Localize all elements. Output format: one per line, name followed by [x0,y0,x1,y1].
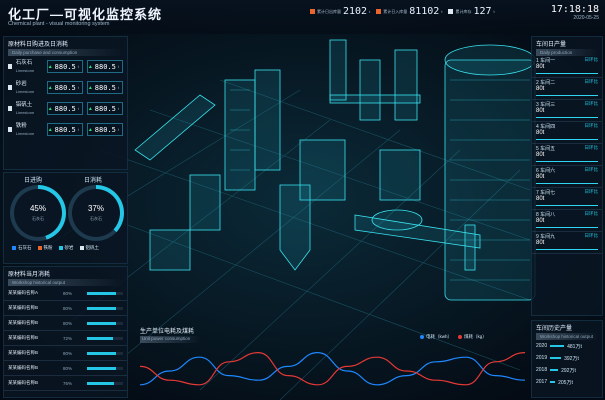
gauge-legend: 石灰石 铁粉 砂岩 铝矾土 [12,245,99,251]
material-icon [8,127,12,132]
material-sub: Limestone [15,130,35,136]
history-bar [87,351,123,355]
stat-in: 累计日入库量 81102 t [376,6,442,17]
gauge-consume: 37% 石灰石 [68,185,124,241]
yearly-subtitle: Workshop historical output [536,333,598,340]
header-bar: 化工厂—可视化监控系统 Chemical plant - visual moni… [0,0,605,34]
yearly-list: 2020 481万t 2019 392万t 2018 292万t 2017 205万t [532,340,602,388]
material-in-box: ▲ 880.5 t [46,81,83,94]
production-row: 5 车间五 日环比 80t [532,144,602,166]
yearly-row: 2020 481万t [536,343,582,350]
material-icon [8,85,12,90]
yearly-row: 2018 292万t [536,367,576,374]
production-row: 2 车间二 日环比 80t [532,78,602,100]
chart-title: 生产单位电耗及煤耗 [140,329,195,335]
production-row: 7 车间七 日环比 80t [532,188,602,210]
legend-coal: 煤耗（kg） [464,334,487,339]
material-row: 铁粉 Limestone ▲ 880.5 t ▲ 880.5 t [4,119,127,140]
orange-square-icon [310,9,315,14]
material-name: 石灰石 [15,59,33,66]
production-row: 4 车间四 日环比 80t [532,122,602,144]
orange-square-icon [376,9,382,14]
material-in-box: ▲ 880.5 t [46,123,83,136]
chart-subtitle: Unit power consumption [140,336,200,343]
material-name: 铁粉 [15,122,27,129]
history-title: 原材料当月消耗 [8,272,51,278]
production-row: 1 车间一 日环比 80t [532,56,602,78]
history-bar [87,321,123,325]
history-row: 某某编码名称A 80% [4,286,127,301]
material-icon [8,64,12,69]
production-title: 车间日产量 [536,42,567,48]
materials-title: 原材料日购进及日消耗 [8,42,69,48]
stat-stock: 累计库存 127 t [448,6,495,17]
history-row: 某某编码名称B 76% [4,376,127,391]
consumption-chart [140,351,525,386]
production-list: 1 车间一 日环比 80t 2 车间二 日环比 80t 3 车间三 日环比 80t 4 车间四 日环… [532,56,602,254]
history-row: 某某编码名称B 72% [4,331,127,346]
material-icon [8,106,12,111]
materials-panel: 原材料日购进及日消耗 Daily purchase and consumptio… [3,36,128,170]
history-row: 某某编码名称B 80% [4,361,127,376]
materials-subtitle: Daily purchase and consumption [8,49,123,56]
history-row: 某某编码名称B 80% [4,316,127,331]
material-in-box: ▲ 880.5 t [46,60,83,73]
materials-list: 石灰石 Limestone ▲ 880.5 t ▲ 880.5 t 砂岩 Limestone… [4,56,127,140]
production-row: 6 车间六 日环比 80t [532,166,602,188]
chart-legend: 电耗（kwh） 煤耗（kg） [420,334,487,340]
production-row: 9 车间九 日环比 80t [532,232,602,254]
material-out-box: ▲ 880.5 t [86,81,123,94]
material-name: 砂岩 [15,80,27,87]
white-square-icon [448,9,454,14]
material-sub: Limestone [15,88,35,94]
material-sub: Limestone [15,109,35,115]
material-name: 铝矾土 [15,101,33,108]
clock-date: 2020-05-25 [573,15,599,21]
material-row: 铝矾土 Limestone ▲ 880.5 t ▲ 880.5 t [4,98,127,119]
header-stats: 累计日出库量 2102 t 累计日入库量 81102 t 累计库存 127 t [310,6,495,17]
gauge-title-purchase: 日进购 [24,178,43,184]
history-bar [87,336,123,340]
history-bar [87,291,123,295]
series-line-0 [140,351,525,386]
production-row: 3 车间三 日环比 80t [532,100,602,122]
history-list: 某某编码名称A 80% 某某编码名称B 80% 某某编码名称B 80% 某某编码名称B 72%… [4,286,127,391]
material-out-box: ▲ 880.5 t [86,60,123,73]
material-out-box: ▲ 880.5 t [86,102,123,115]
history-subtitle: Workshop historical output [8,279,123,286]
yearly-panel: 车间历史产量 Workshop historical output 2020 48… [531,320,603,398]
material-sub: Limestone [15,67,35,73]
stat-out: 累计日出库量 2102 t [310,6,370,17]
history-row: 某某编码名称B 80% [4,301,127,316]
gauge-purchase: 45% 石灰石 [10,185,66,241]
clock: 17:18:18 2020-05-25 [551,4,599,21]
production-row: 8 车间八 日环比 80t [532,210,602,232]
history-bar [87,366,123,370]
material-in-box: ▲ 880.5 t [46,102,83,115]
production-subtitle: Daily production [536,49,598,56]
history-row: 某某编码名称B 80% [4,346,127,361]
material-row: 石灰石 Limestone ▲ 880.5 t ▲ 880.5 t [4,56,127,77]
gauge-title-consume: 日消耗 [84,178,103,184]
yearly-row: 2019 392万t [536,355,579,362]
legend-power: 电耗（kwh） [426,334,453,339]
clock-time: 17:18:18 [550,4,599,15]
yearly-title: 车间历史产量 [536,326,573,332]
gauges-panel: 日进购 日消耗 45% 石灰石 37% 石灰石 石灰石 铁粉 砂岩 铝矾土 [3,172,128,264]
history-panel: 原材料当月消耗 Workshop historical output 某某编码名… [3,266,128,398]
material-out-box: ▲ 880.5 t [86,123,123,136]
history-bar [87,381,123,385]
page-subtitle: Chemical plant - visual monitoring syste… [8,21,110,27]
yearly-row: 2017 205万t [536,379,573,386]
material-row: 砂岩 Limestone ▲ 880.5 t ▲ 880.5 t [4,77,127,98]
history-bar [87,306,123,310]
production-panel: 车间日产量 Daily production 1 车间一 日环比 80t 2 车间二日… [531,36,603,316]
